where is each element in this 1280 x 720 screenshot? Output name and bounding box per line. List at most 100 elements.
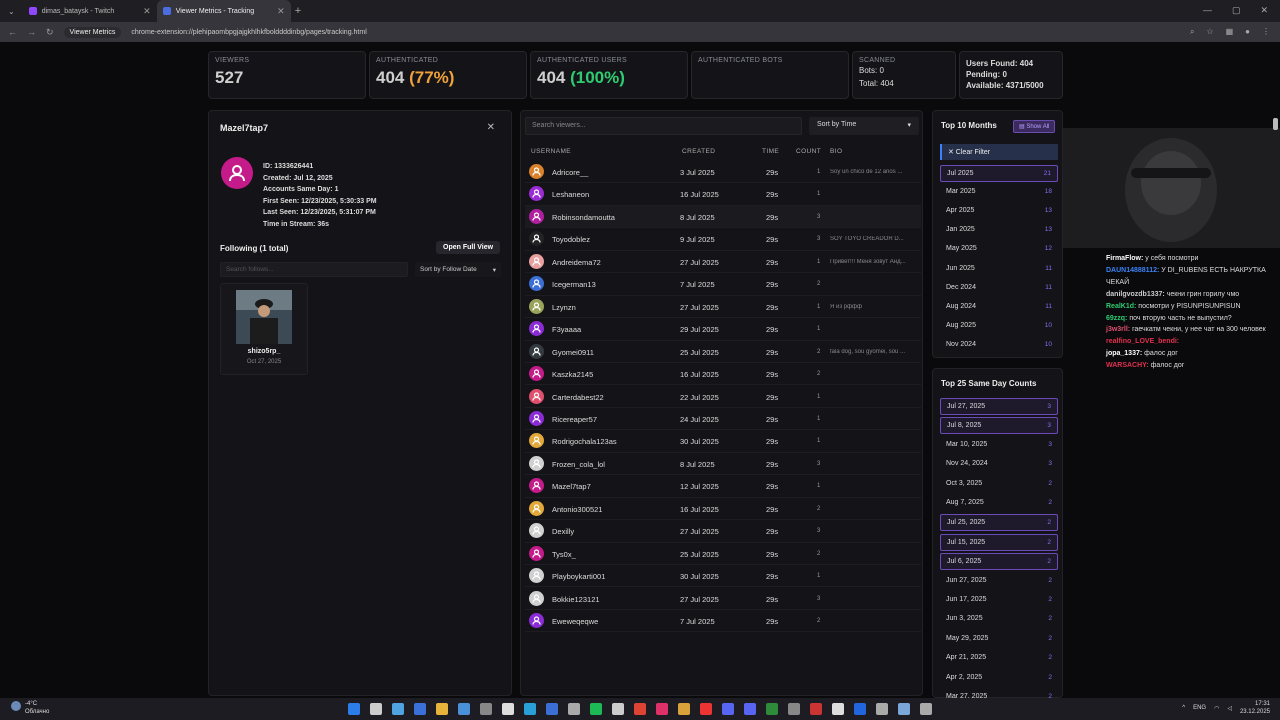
col-time[interactable]: TIME — [762, 148, 779, 155]
new-tab-button[interactable]: + — [295, 5, 301, 17]
app-icon[interactable] — [700, 703, 712, 715]
url-text[interactable]: chrome-extension://plehipaombpgjajgkhlhk… — [131, 29, 366, 36]
open-full-view-button[interactable]: Open Full View — [436, 241, 501, 254]
table-row[interactable]: Toyodoblez 9 Jul 2025 29s 3 SOY TOYO CREADOR… — [525, 228, 921, 251]
close-icon[interactable]: ✕ — [487, 122, 495, 133]
username-cell[interactable]: Antonio300521 — [552, 505, 602, 514]
month-item[interactable]: Mar 2025 18 — [940, 184, 1058, 201]
extensions-icon[interactable]: ▦ — [1226, 27, 1234, 37]
sort-viewers-select[interactable]: Sort by Time ▾ — [809, 117, 919, 135]
same-day-item[interactable]: Oct 3, 2025 2 — [940, 476, 1058, 493]
table-row[interactable]: Adricore__ 3 Jul 2025 29s 1 Soy un chico de … — [525, 161, 921, 184]
table-row[interactable]: Andreidema72 27 Jul 2025 29s 1 Привет!!! Мен… — [525, 251, 921, 274]
col-created[interactable]: CREATED — [682, 148, 715, 155]
app-icon[interactable] — [502, 703, 514, 715]
tab-search-icon[interactable]: ⌄ — [8, 7, 15, 16]
same-day-item[interactable]: Jul 27, 2025 3 — [940, 398, 1058, 415]
username-cell[interactable]: Icegerman13 — [552, 280, 596, 289]
excel-icon[interactable] — [766, 703, 778, 715]
spotify-icon[interactable] — [590, 703, 602, 715]
table-row[interactable]: F3yaaaa 29 Jul 2025 29s 1 — [525, 318, 921, 341]
terminal-icon[interactable] — [876, 703, 888, 715]
username-cell[interactable]: Kaszka2145 — [552, 370, 593, 379]
table-row[interactable]: Bokkie123121 27 Jul 2025 29s 3 — [525, 588, 921, 610]
col-bio[interactable]: BIO — [830, 148, 842, 155]
app-icon[interactable] — [920, 703, 932, 715]
username-cell[interactable]: Lzynzn — [552, 303, 576, 312]
site-pill[interactable]: Viewer Metrics — [63, 26, 122, 38]
chrome-icon[interactable] — [634, 703, 646, 715]
table-row[interactable]: Dexilly 27 Jul 2025 29s 3 — [525, 520, 921, 543]
same-day-item[interactable]: Jul 8, 2025 3 — [940, 417, 1058, 435]
table-row[interactable]: Icegerman13 7 Jul 2025 29s 2 — [525, 273, 921, 296]
app-icon[interactable] — [898, 703, 910, 715]
username-cell[interactable]: F3yaaaa — [552, 325, 581, 334]
close-window-icon[interactable]: ✕ — [1260, 5, 1268, 16]
close-icon[interactable]: ✕ — [277, 6, 285, 17]
app-icon[interactable] — [722, 703, 734, 715]
app-icon[interactable] — [414, 703, 426, 715]
search-viewers-input[interactable]: Search viewers... — [525, 117, 802, 135]
col-username[interactable]: USERNAME — [531, 148, 571, 155]
table-row[interactable]: Rodrigochala123as 30 Jul 2025 29s 1 — [525, 430, 921, 453]
close-icon[interactable]: ✕ — [143, 6, 151, 17]
same-day-item[interactable]: Jul 25, 2025 2 — [940, 514, 1058, 532]
app-icon[interactable] — [480, 703, 492, 715]
username-cell[interactable]: Dexilly — [552, 527, 574, 536]
table-row[interactable]: Playboykarti001 30 Jul 2025 29s 1 — [525, 565, 921, 588]
username-cell[interactable]: Mazel7tap7 — [552, 482, 591, 491]
chevron-up-icon[interactable]: ^ — [1182, 705, 1185, 711]
username-cell[interactable]: Gyomei0911 — [552, 348, 594, 357]
month-item[interactable]: Aug 2025 10 — [940, 318, 1058, 335]
star-icon[interactable]: ☆ — [1206, 27, 1213, 37]
app-icon[interactable] — [656, 703, 668, 715]
username-cell[interactable]: Carterdabest22 — [552, 393, 604, 402]
app-icon[interactable] — [546, 703, 558, 715]
page-scrollbar[interactable] — [1273, 118, 1278, 130]
month-item[interactable]: Jul 2025 21 — [940, 165, 1058, 182]
tab-twitch[interactable]: dimas_bataysk - Twitch ✕ — [23, 0, 157, 22]
discord-icon[interactable] — [744, 703, 756, 715]
username-cell[interactable]: Frozen_cola_lol — [552, 460, 605, 469]
weather-widget[interactable]: -4°C Облачно — [11, 700, 49, 716]
username-cell[interactable]: Bokkie123121 — [552, 595, 600, 604]
telegram-icon[interactable] — [524, 703, 536, 715]
zoom-icon[interactable]: ⌕ — [1190, 27, 1194, 37]
volume-icon[interactable]: ◁ — [1227, 705, 1232, 712]
show-all-button[interactable]: ▤ Show All — [1013, 120, 1056, 133]
menu-icon[interactable]: ⋮ — [1262, 27, 1270, 37]
app-icon[interactable] — [678, 703, 690, 715]
username-cell[interactable]: Tys0x_ — [552, 550, 576, 559]
clear-filter-button[interactable]: ✕ Clear Filter — [940, 144, 1058, 160]
clock[interactable]: 17:31 23.12.2025 — [1240, 700, 1270, 716]
month-item[interactable]: Jan 2025 13 — [940, 222, 1058, 239]
col-count[interactable]: COUNT — [796, 148, 821, 155]
month-item[interactable]: Apr 2025 13 — [940, 203, 1058, 220]
table-row[interactable]: Lzynzn 27 Jul 2025 29s 1 Я из рффф — [525, 296, 921, 319]
search-follows-input[interactable]: Search follows... — [220, 262, 408, 277]
table-row[interactable]: Ricereaper57 24 Jul 2025 29s 1 — [525, 408, 921, 431]
maximize-icon[interactable]: ▢ — [1232, 5, 1241, 16]
table-row[interactable]: Gyomei0911 25 Jul 2025 29s 2 fala dog, sou g… — [525, 341, 921, 363]
month-item[interactable]: May 2025 12 — [940, 241, 1058, 258]
same-day-item[interactable]: Jun 3, 2025 2 — [940, 611, 1058, 628]
same-day-item[interactable]: Jun 27, 2025 2 — [940, 573, 1058, 590]
same-day-item[interactable]: Jul 15, 2025 2 — [940, 533, 1058, 551]
start-icon[interactable] — [348, 703, 360, 715]
username-cell[interactable]: Eweweqeqwe — [552, 617, 598, 626]
forward-icon[interactable]: → — [27, 27, 36, 37]
month-item[interactable]: Jun 2025 11 — [940, 261, 1058, 278]
app-icon[interactable] — [810, 703, 822, 715]
app-icon[interactable] — [832, 703, 844, 715]
app-icon[interactable] — [612, 703, 624, 715]
tab-viewer-metrics[interactable]: Viewer Metrics - Tracking ✕ — [156, 0, 291, 22]
app-icon[interactable] — [458, 703, 470, 715]
lang-indicator[interactable]: ENG — [1193, 705, 1206, 711]
month-item[interactable]: Aug 2024 11 — [940, 299, 1058, 316]
profile-icon[interactable]: ● — [1245, 27, 1250, 37]
settings-icon[interactable] — [568, 703, 580, 715]
back-icon[interactable]: ← — [8, 27, 17, 37]
table-row[interactable]: Kaszka2145 16 Jul 2025 29s 2 — [525, 363, 921, 386]
sort-follows-select[interactable]: Sort by Follow Date ▾ — [415, 262, 501, 277]
table-row[interactable]: Eweweqeqwe 7 Jul 2025 29s 2 — [525, 610, 921, 633]
